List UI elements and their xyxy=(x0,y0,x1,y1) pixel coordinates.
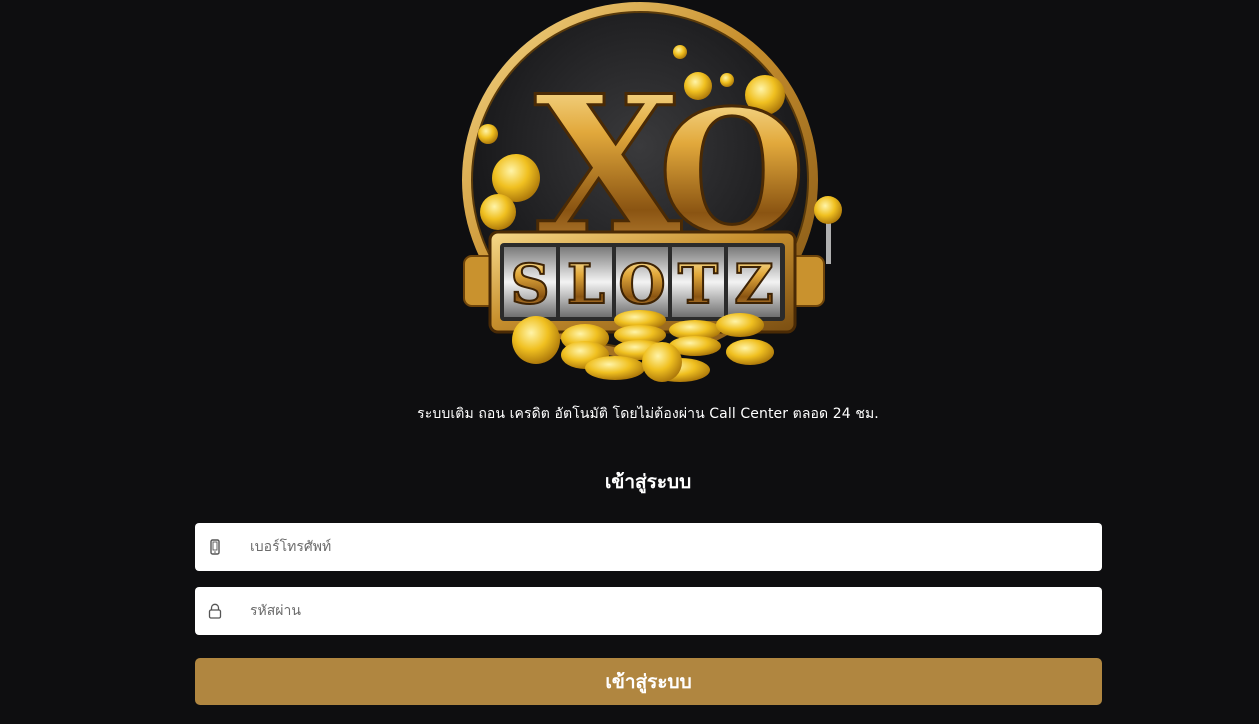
phone-input[interactable] xyxy=(235,524,1102,570)
brand-logo-graphic: X O S L O T Z xyxy=(462,2,842,382)
login-button[interactable]: เข้าสู่ระบบ xyxy=(195,658,1102,705)
svg-text:T: T xyxy=(678,252,718,316)
login-page: X O S L O T Z ระบบเติม ถอน เครดิต อัตโนม… xyxy=(0,0,1259,724)
svg-text:L: L xyxy=(567,252,605,316)
svg-text:S: S xyxy=(511,252,550,316)
lock-icon xyxy=(195,587,235,635)
svg-text:Z: Z xyxy=(734,252,773,316)
password-field[interactable] xyxy=(195,587,1102,635)
password-input[interactable] xyxy=(235,588,1102,634)
mobile-phone-icon xyxy=(195,523,235,571)
brand-logo: X O S L O T Z xyxy=(440,0,860,395)
svg-text:O: O xyxy=(618,252,665,316)
tagline: ระบบเติม ถอน เครดิต อัตโนมัติ โดยไม่ต้อง… xyxy=(417,406,879,422)
login-title: เข้าสู่ระบบ xyxy=(604,471,692,493)
phone-field[interactable] xyxy=(195,523,1102,571)
